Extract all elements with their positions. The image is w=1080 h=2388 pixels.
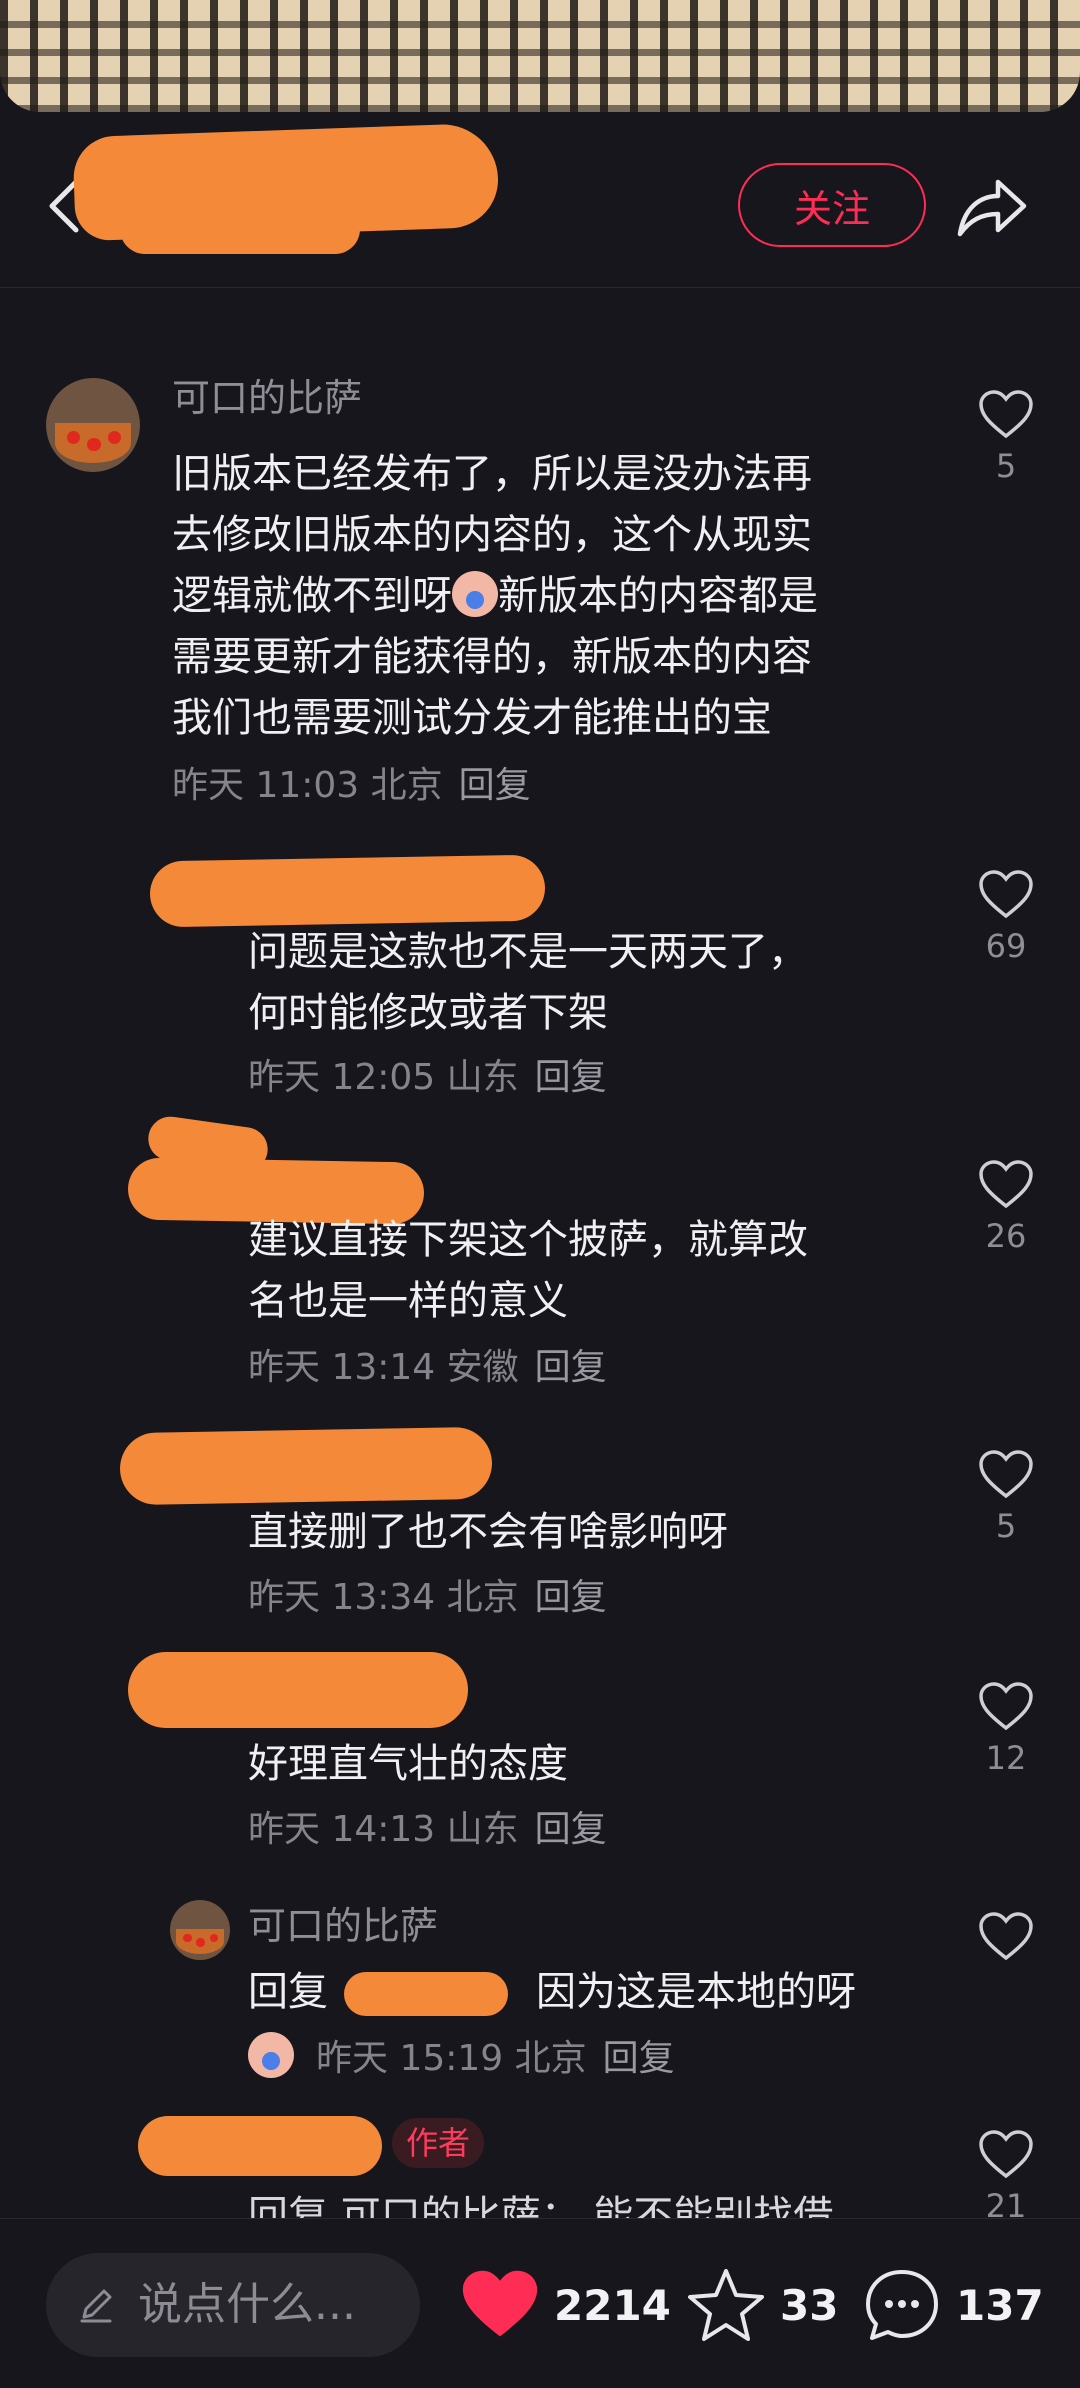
like-stat[interactable]: 2214 <box>460 2255 671 2355</box>
like-total: 2214 <box>554 2280 671 2330</box>
reply-meta: 昨天 14:13 山东 回复 <box>248 1809 607 1850</box>
reply-text: 问题是这款也不是一天两天了， 何时能修改或者下架 <box>248 929 808 1036</box>
comment-total: 137 <box>956 2280 1044 2330</box>
heart-icon <box>979 870 1033 919</box>
redacted-mention <box>344 1972 508 2016</box>
reply-button[interactable]: 回复 <box>535 1057 607 1098</box>
reply-meta: 昨天 12:05 山东 回复 <box>248 1057 607 1098</box>
heart-icon <box>979 1450 1033 1499</box>
like-button[interactable]: 5 <box>975 390 1037 486</box>
redacted-avatar-name <box>138 2116 382 2176</box>
like-button[interactable]: 5 <box>975 1450 1037 1546</box>
reply-button[interactable]: 回复 <box>459 765 531 806</box>
reply-button[interactable]: 回复 <box>535 1809 607 1850</box>
redacted-avatar-name <box>149 854 546 928</box>
favorite-stat[interactable]: 33 <box>686 2255 838 2355</box>
like-button[interactable]: 12 <box>975 1682 1037 1778</box>
reply-button[interactable]: 回复 <box>535 1577 607 1618</box>
heart-icon <box>979 390 1033 439</box>
like-count: 12 <box>985 1739 1027 1777</box>
like-count: 5 <box>995 1507 1017 1545</box>
header-bar: 关注 <box>0 122 1080 288</box>
reply-text: 建议直接下架这个披萨，就算改 名也是一样的意义 <box>248 1217 808 1324</box>
heart-icon <box>979 2130 1033 2179</box>
reply-button[interactable]: 回复 <box>603 2038 675 2079</box>
heart-icon <box>979 1682 1033 1731</box>
pencil-icon <box>80 2289 112 2323</box>
crying-emoji-icon <box>248 2032 294 2078</box>
reply-text-tail: 因为这是本地的呀 <box>536 1969 856 2015</box>
reply-item: 作者 回复 可口的比萨： 能不能别找借 21 <box>0 2116 1080 2218</box>
share-icon[interactable] <box>954 172 1030 242</box>
avatar[interactable] <box>46 378 140 472</box>
redacted-avatar-name <box>119 1426 493 1506</box>
redacted-avatar-name <box>128 1652 468 1728</box>
like-count: 26 <box>985 1217 1027 1255</box>
redacted-username-stroke <box>120 204 360 254</box>
comment-author[interactable]: 可口的比萨 <box>172 374 362 422</box>
reply-meta: 昨天 13:34 北京 回复 <box>248 1577 607 1618</box>
favorite-total: 33 <box>780 2280 839 2330</box>
reply-text: 好理直气壮的态度 <box>248 1741 568 1787</box>
reply-author[interactable]: 可口的比萨 <box>248 1902 438 1950</box>
follow-button[interactable]: 关注 <box>738 163 926 247</box>
heart-filled-icon <box>462 2270 538 2337</box>
author-badge: 作者 <box>392 2118 485 2168</box>
like-count: 21 <box>985 2187 1027 2218</box>
like-button[interactable]: 26 <box>975 1160 1037 1256</box>
reply-button[interactable]: 回复 <box>535 1347 607 1388</box>
reply-meta: 昨天 13:14 安徽 回复 <box>248 1347 607 1388</box>
chat-bubble-icon <box>866 2270 938 2340</box>
comment-input-placeholder: 说点什么... <box>138 2279 356 2330</box>
like-button[interactable]: 69 <box>975 870 1037 966</box>
comment-meta: 昨天 11:03 北京 回复 <box>172 765 531 806</box>
crying-emoji-icon <box>452 571 498 617</box>
heart-icon <box>979 1160 1033 1209</box>
reply-text: 回复 可口的比萨： 能不能别找借 <box>248 2193 834 2218</box>
comment-input[interactable]: 说点什么... <box>46 2253 420 2357</box>
like-count: 5 <box>995 447 1017 485</box>
comment-stat[interactable]: 137 <box>862 2255 1044 2355</box>
reply-text: 直接删了也不会有啥影响呀 <box>248 1509 728 1555</box>
like-button[interactable] <box>975 1912 1037 1962</box>
reply-meta: 昨天 15:19 北京 回复 <box>248 2032 675 2083</box>
heart-icon <box>979 1912 1033 1961</box>
avatar[interactable] <box>170 1900 230 1960</box>
status-bar-decoration <box>0 0 1080 112</box>
comment-text: 旧版本已经发布了，所以是没办法再 去修改旧版本的内容的，这个从现实 逻辑就做不到… <box>172 451 818 741</box>
bottom-action-bar: 说点什么... 2214 33 137 <box>0 2218 1080 2388</box>
like-count: 69 <box>985 927 1027 965</box>
like-button[interactable]: 21 <box>975 2130 1037 2218</box>
star-icon <box>688 2269 764 2341</box>
